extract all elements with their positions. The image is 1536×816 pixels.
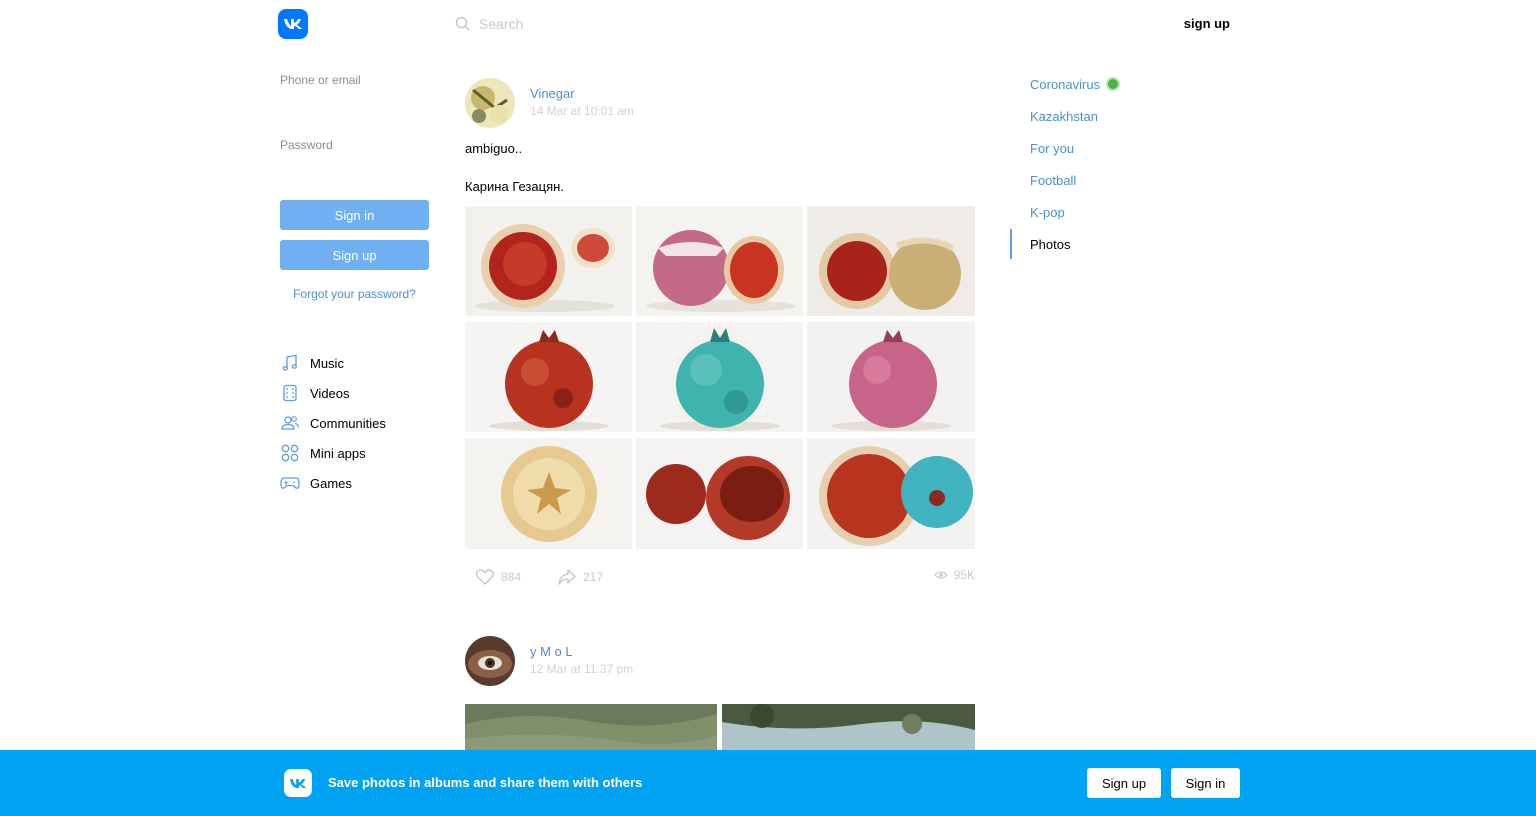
topics-menu: Coronavirus Kazakhstan For you Football … — [1010, 68, 1210, 260]
vk-logo[interactable] — [278, 9, 308, 39]
password-label: Password — [280, 138, 333, 152]
post-photo[interactable] — [636, 322, 803, 432]
search-bar[interactable] — [455, 14, 855, 34]
live-dot-icon — [1108, 79, 1119, 89]
banner-text: Save photos in albums and share them wit… — [328, 775, 643, 790]
nav-label: Videos — [310, 385, 350, 401]
post: Vinegar 14 Mar at 10:01 am ambiguo.. Кар… — [465, 78, 975, 598]
topic-kpop[interactable]: K-pop — [1010, 196, 1210, 228]
post-photo[interactable] — [465, 206, 632, 316]
header-signup-link[interactable]: sign up — [1150, 16, 1230, 31]
phone-input[interactable] — [280, 89, 430, 138]
share-icon — [558, 569, 576, 585]
topic-label: For you — [1030, 140, 1075, 156]
post-photo[interactable] — [636, 206, 803, 316]
views-counter: 95K — [933, 568, 975, 582]
like-count: 884 — [501, 570, 522, 584]
music-icon — [280, 353, 300, 373]
topic-coronavirus[interactable]: Coronavirus — [1010, 68, 1210, 100]
post-text-line: Карина Гезацян. — [465, 179, 564, 194]
topic-kazakhstan[interactable]: Kazakhstan — [1010, 100, 1210, 132]
share-button[interactable]: 217 — [557, 568, 603, 586]
banner-vk-logo — [284, 769, 312, 797]
nav-label: Music — [310, 355, 344, 371]
login-form: Phone or email Password Sign in Sign up … — [280, 73, 430, 301]
signup-button[interactable]: Sign up — [280, 240, 429, 270]
communities-icon — [280, 413, 300, 433]
nav-label: Communities — [310, 415, 386, 431]
post-photo[interactable] — [807, 206, 975, 316]
post-photo[interactable] — [465, 704, 717, 750]
share-count: 217 — [583, 570, 604, 584]
banner-signin-button[interactable]: Sign in — [1171, 768, 1240, 798]
author-name[interactable]: Vinegar — [530, 86, 575, 101]
forgot-password-link[interactable]: Forgot your password? — [280, 287, 429, 301]
page: sign up Phone or email Password Sign in … — [0, 0, 1536, 816]
post-photo[interactable] — [807, 438, 975, 549]
post: y M o L 12 Mar at 11:37 pm — [465, 636, 975, 750]
author-name[interactable]: y M o L — [530, 644, 573, 659]
post-photo[interactable] — [465, 322, 632, 432]
nav-item-games[interactable]: Games — [280, 468, 440, 498]
eye-icon — [933, 571, 948, 579]
like-button[interactable]: 884 — [475, 568, 521, 586]
topic-label: K-pop — [1030, 204, 1065, 220]
nav-item-videos[interactable]: Videos — [280, 378, 440, 408]
topic-for-you[interactable]: For you — [1010, 132, 1210, 164]
signup-banner: Save photos in albums and share them wit… — [0, 750, 1536, 816]
post-text-line: ambiguo.. — [465, 141, 523, 156]
post-date[interactable]: 14 Mar at 10:01 am — [530, 104, 634, 118]
post-photo[interactable] — [465, 438, 632, 549]
games-icon — [280, 473, 300, 493]
author-avatar[interactable] — [465, 78, 515, 128]
search-input[interactable] — [479, 16, 839, 32]
password-input[interactable] — [280, 154, 430, 200]
banner-signup-button[interactable]: Sign up — [1087, 768, 1161, 798]
nav-label: Mini apps — [310, 445, 366, 461]
signin-button[interactable]: Sign in — [280, 200, 429, 230]
photo-grid — [465, 206, 975, 549]
vk-logo-icon — [289, 778, 307, 788]
post-actions: 884 217 95K — [465, 568, 975, 588]
topic-photos[interactable]: Photos — [1010, 228, 1210, 260]
views-count: 95K — [953, 568, 975, 582]
nav-item-music[interactable]: Music — [280, 348, 440, 378]
author-avatar[interactable] — [465, 636, 515, 686]
nav-item-mini-apps[interactable]: Mini apps — [280, 438, 440, 468]
search-icon — [455, 16, 470, 31]
post-photo[interactable] — [807, 322, 975, 432]
topic-label: Kazakhstan — [1030, 108, 1098, 124]
mini-apps-icon — [280, 443, 300, 463]
topic-football[interactable]: Football — [1010, 164, 1210, 196]
vk-logo-icon — [284, 19, 302, 29]
phone-label: Phone or email — [280, 73, 361, 87]
nav-label: Games — [310, 475, 352, 491]
post-date[interactable]: 12 Mar at 11:37 pm — [530, 662, 633, 676]
post-photo[interactable] — [722, 704, 975, 750]
nav-item-communities[interactable]: Communities — [280, 408, 440, 438]
heart-icon — [475, 569, 495, 585]
left-nav: Music Videos Communities Mini apps Games — [280, 348, 440, 498]
topic-label: Football — [1030, 172, 1077, 188]
topic-label: Photos — [1030, 236, 1071, 252]
videos-icon — [280, 383, 300, 403]
topic-label: Coronavirus — [1030, 76, 1101, 92]
post-photo[interactable] — [636, 438, 803, 549]
